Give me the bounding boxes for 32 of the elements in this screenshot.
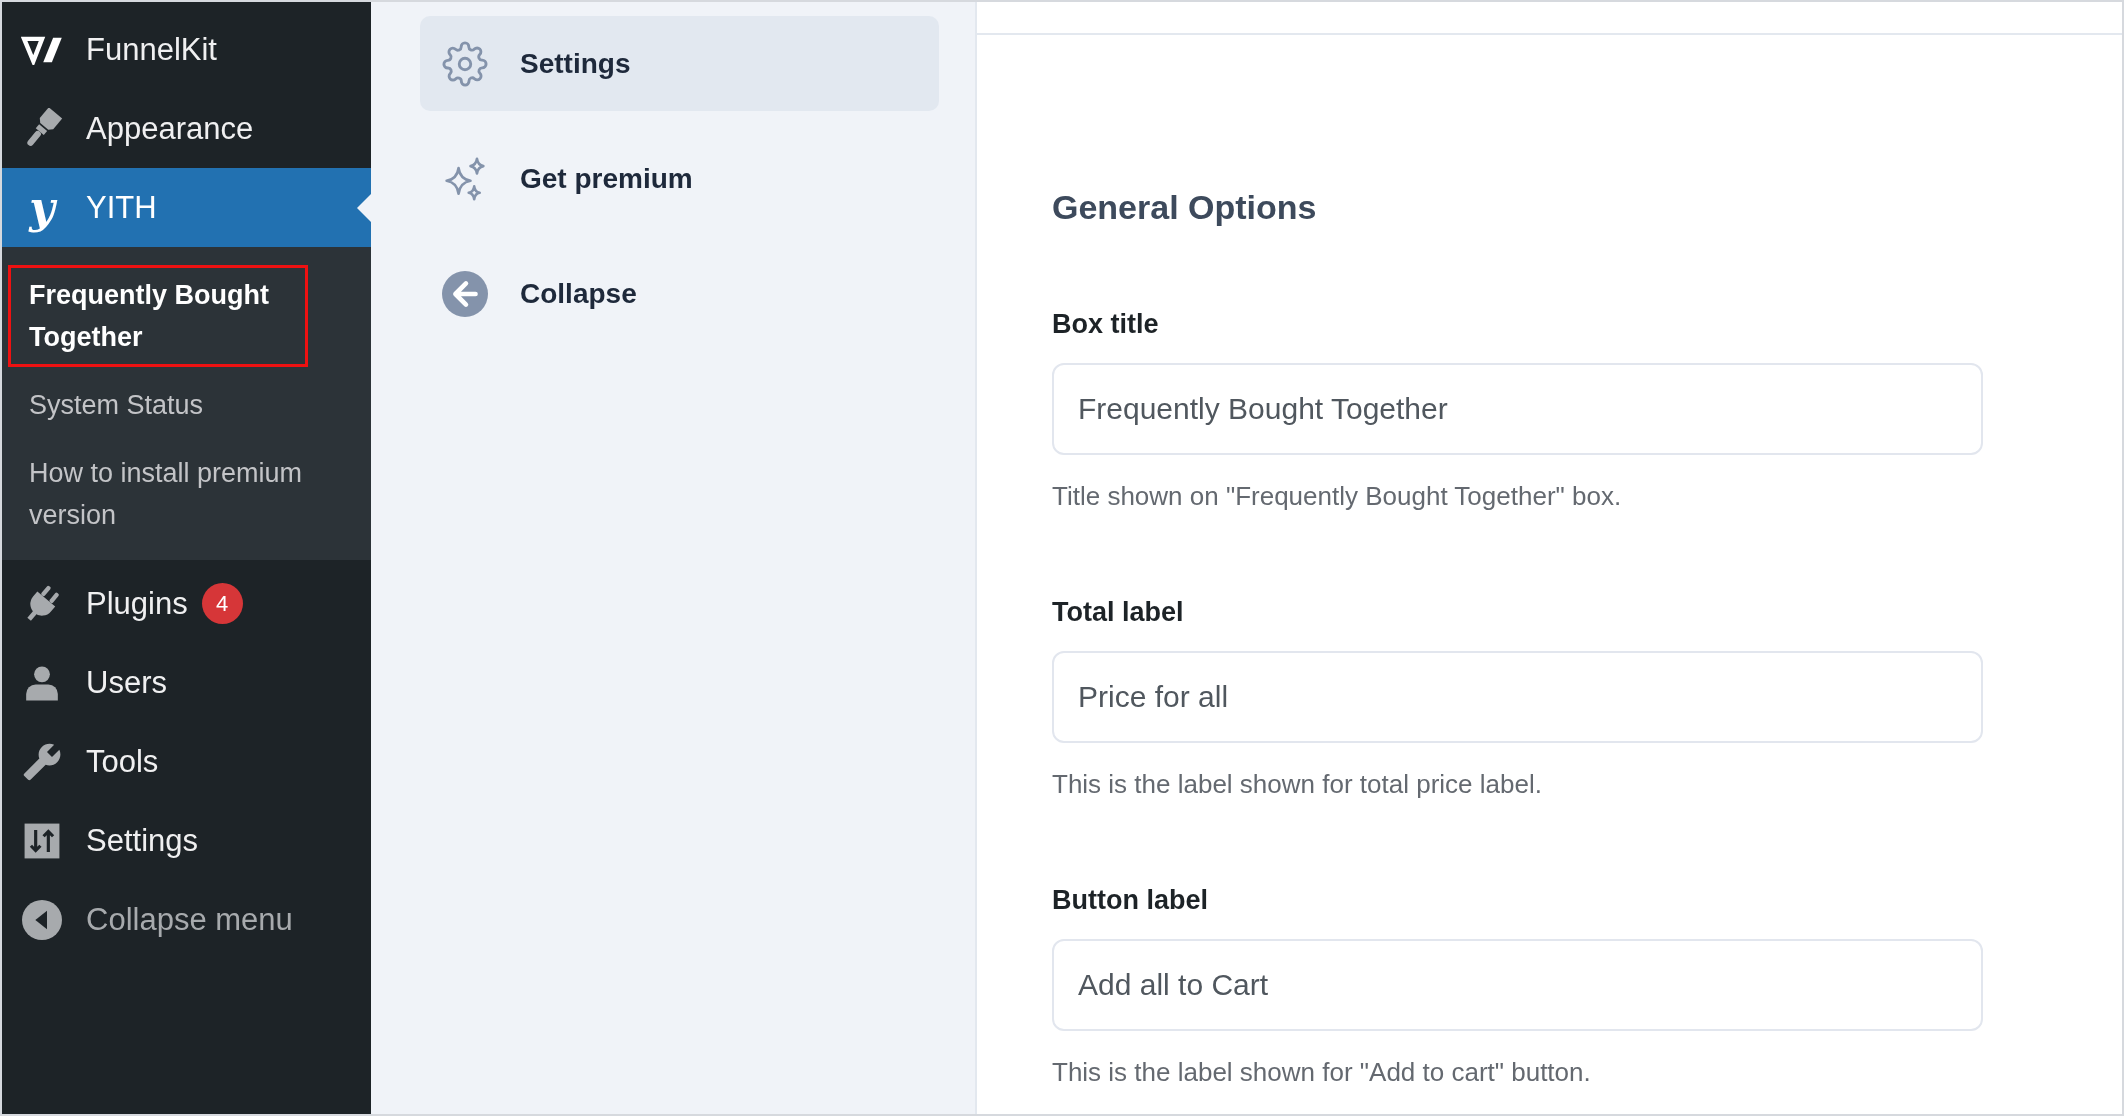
menu-item[interactable]: Settings xyxy=(2,801,371,880)
field-label: Button label xyxy=(1052,884,1208,917)
menu-item[interactable]: y YITH xyxy=(2,168,371,247)
collapse-menu-button[interactable]: Collapse menu xyxy=(2,880,371,959)
nav-item[interactable]: Collapse xyxy=(420,246,939,341)
menu-item[interactable]: Appearance xyxy=(2,89,371,168)
nav-item[interactable]: Get premium xyxy=(420,131,939,226)
menu-item[interactable]: Tools xyxy=(2,722,371,801)
count-badge: 4 xyxy=(201,583,243,624)
logo-icon xyxy=(21,34,63,65)
sparkles-icon xyxy=(442,155,488,202)
submenu-item[interactable]: Frequently Bought Together xyxy=(8,265,308,367)
sliders-icon xyxy=(23,821,61,860)
user-icon xyxy=(23,663,61,702)
menu-item[interactable]: Plugins 4 xyxy=(2,564,371,643)
field-description: Title shown on "Frequently Bought Together" box. xyxy=(1052,480,1622,513)
field-description: This is the label shown for total price label. xyxy=(1052,768,1542,801)
field-description: This is the label shown for "Add to cart" button. xyxy=(1052,1056,1591,1089)
section-heading: General Options xyxy=(1052,187,1317,228)
nav-item[interactable]: Settings xyxy=(420,16,939,111)
menu-item[interactable]: Users xyxy=(2,643,371,722)
collapse-icon xyxy=(22,899,62,940)
field-label: Box title xyxy=(1052,308,1159,341)
submenu-item[interactable]: System Status xyxy=(8,375,360,435)
menu-item[interactable]: FunnelKit xyxy=(2,10,371,89)
text-input[interactable]: Price for all xyxy=(1052,651,1983,743)
wrench-icon xyxy=(22,741,62,782)
text-input[interactable]: Add all to Cart xyxy=(1052,939,1983,1031)
settings-icon xyxy=(442,40,488,87)
field-label: Total label xyxy=(1052,596,1184,629)
submenu-item[interactable]: How to install premium version xyxy=(8,443,360,545)
text-input[interactable]: Frequently Bought Together xyxy=(1052,363,1983,455)
